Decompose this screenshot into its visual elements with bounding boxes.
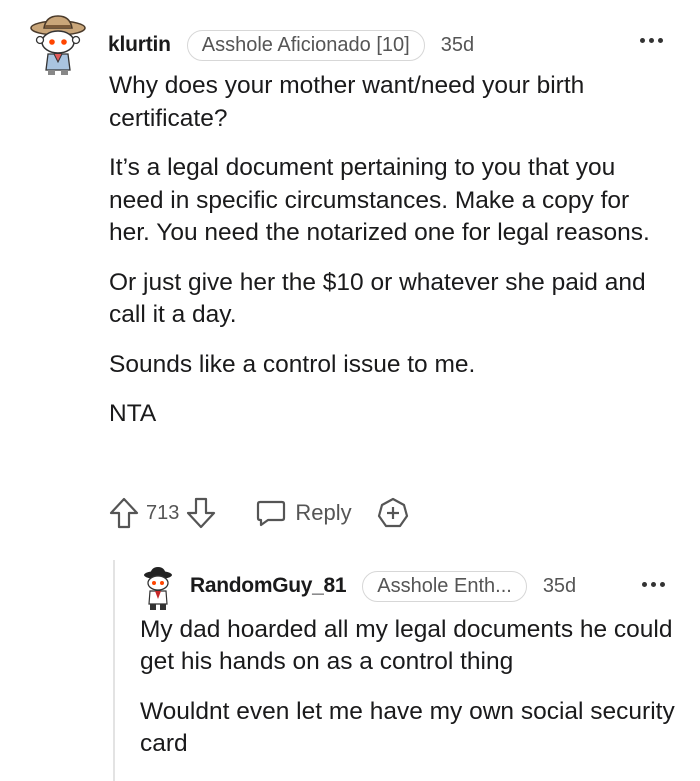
- more-options-icon[interactable]: [638, 30, 668, 50]
- comment-username[interactable]: klurtin: [108, 33, 171, 57]
- comment-timestamp[interactable]: 35d: [441, 34, 474, 57]
- comment-body: Why does your mother want/need your birt…: [109, 70, 669, 448]
- reply-label: Reply: [295, 500, 352, 525]
- thread-line[interactable]: [113, 560, 115, 781]
- user-flair: Asshole Enth...: [362, 570, 527, 602]
- comment-paragraph: NTA: [109, 400, 157, 427]
- comment-paragraph: It’s a legal document pertaining to you …: [109, 154, 650, 246]
- reply-header: RandomGuy_81 Asshole Enth... 35d: [190, 568, 576, 604]
- reply-button[interactable]: Reply: [255, 498, 352, 528]
- comment-thread: klurtin Asshole Aficionado [10] 35d Why …: [0, 0, 700, 781]
- comment-paragraph: Why does your mother want/need your birt…: [109, 72, 585, 132]
- user-flair: Asshole Aficionado [10]: [186, 29, 425, 61]
- vote-count: 713: [146, 501, 180, 524]
- reply-bubble-icon: [257, 500, 286, 527]
- user-avatar-icon[interactable]: [30, 14, 86, 76]
- reply-paragraph: My dad hoarded all my legal documents he…: [140, 616, 673, 675]
- reply-paragraph: Wouldnt even let me have my own social s…: [140, 698, 675, 757]
- comment-paragraph: Sounds like a control issue to me.: [109, 350, 476, 378]
- comment-actions: 713 Reply: [108, 494, 410, 532]
- reply-timestamp[interactable]: 35d: [543, 575, 576, 598]
- upvote-icon[interactable]: [108, 496, 140, 530]
- comment-paragraph: Or just give her the $10 or whatever she…: [109, 268, 646, 329]
- reply-username[interactable]: RandomGuy_81: [190, 574, 347, 598]
- comment-header: klurtin Asshole Aficionado [10] 35d: [108, 28, 474, 62]
- award-button[interactable]: [376, 496, 410, 530]
- user-avatar-icon[interactable]: [140, 566, 176, 612]
- more-options-icon[interactable]: [640, 574, 670, 594]
- award-plus-icon: [377, 497, 408, 528]
- downvote-icon[interactable]: [185, 496, 217, 530]
- reply-body: My dad hoarded all my legal documents he…: [140, 614, 685, 778]
